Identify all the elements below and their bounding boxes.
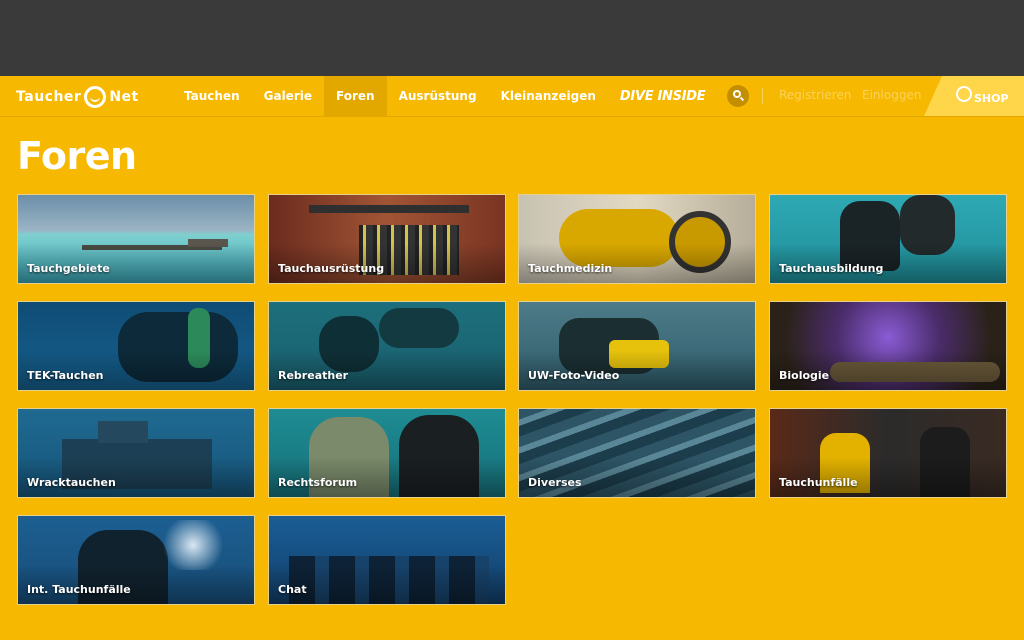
forum-tile-label: Wracktauchen: [27, 476, 116, 489]
wreck-graphic: [98, 421, 148, 443]
forum-tile-int-tauchunfaelle[interactable]: Int. Tauchunfälle: [17, 515, 255, 605]
bubbles-graphic: [158, 520, 228, 570]
forum-tile-label: Tauchunfälle: [779, 476, 858, 489]
forum-tile-label: Tauchmedizin: [528, 262, 613, 275]
login-link[interactable]: Einloggen: [862, 88, 921, 102]
forum-tile-tauchausbildung[interactable]: Tauchausbildung: [769, 194, 1007, 284]
forum-tile-biologie[interactable]: Biologie: [769, 301, 1007, 391]
forum-tile-label: UW-Foto-Video: [528, 369, 620, 382]
logo-text-left: Taucher: [16, 89, 82, 105]
forum-tile-label: Rechtsforum: [278, 476, 358, 489]
forum-tile-tauchmedizin[interactable]: Tauchmedizin: [518, 194, 756, 284]
forum-tile-tauchausruestung[interactable]: Tauchausrüstung: [268, 194, 506, 284]
forum-tile-label: Biologie: [779, 369, 830, 382]
main-navigation: Taucher Net Tauchen Galerie Foren Ausrüs…: [0, 76, 1024, 117]
shop-label: SHOP: [974, 92, 1009, 105]
nav-divider: [762, 88, 763, 104]
forum-tile-rechtsforum[interactable]: Rechtsforum: [268, 408, 506, 498]
forum-tile-label: Tauchgebiete: [27, 262, 110, 275]
forum-tile-diverses[interactable]: Diverses: [518, 408, 756, 498]
forum-tile-tek-tauchen[interactable]: TEK-Tauchen: [17, 301, 255, 391]
taucher-net-logo[interactable]: Taucher Net: [16, 84, 139, 110]
nav-item-ausruestung[interactable]: Ausrüstung: [387, 76, 489, 116]
page-title: Foren: [17, 134, 137, 178]
forum-tile-label: Diverses: [528, 476, 582, 489]
forum-tile-label: TEK-Tauchen: [27, 369, 104, 382]
nav-item-galerie[interactable]: Galerie: [252, 76, 324, 116]
search-button[interactable]: [727, 85, 749, 107]
diver-graphic: [379, 308, 459, 348]
forum-tile-label: Tauchausbildung: [779, 262, 884, 275]
forum-tile-label: Int. Tauchunfälle: [27, 583, 131, 596]
forum-tile-rebreather[interactable]: Rebreather: [268, 301, 506, 391]
shop-button[interactable]: SHOP: [924, 76, 1024, 116]
forum-tile-wracktauchen[interactable]: Wracktauchen: [17, 408, 255, 498]
diving-mask-icon: [84, 86, 107, 108]
nav-item-tauchen[interactable]: Tauchen: [172, 76, 252, 116]
forum-tile-label: Rebreather: [278, 369, 349, 382]
forum-tile-tauchunfaelle[interactable]: Tauchunfälle: [769, 408, 1007, 498]
forum-tile-chat[interactable]: Chat: [268, 515, 506, 605]
main-menu: Tauchen Galerie Foren Ausrüstung Kleinan…: [172, 76, 717, 116]
nav-item-kleinanzeigen[interactable]: Kleinanzeigen: [489, 76, 608, 116]
rack-graphic: [309, 205, 469, 213]
diving-mask-icon: [956, 86, 972, 102]
nav-item-foren[interactable]: Foren: [324, 76, 387, 116]
forum-tile-label: Chat: [278, 583, 307, 596]
search-icon-handle: [739, 96, 745, 102]
logo-text-right: Net: [109, 89, 139, 105]
forum-tile-tauchgebiete[interactable]: Tauchgebiete: [17, 194, 255, 284]
forum-tile-label: Tauchausrüstung: [278, 262, 385, 275]
register-link[interactable]: Registrieren: [779, 88, 851, 102]
browser-top-bar: [0, 0, 1024, 76]
nav-item-dive-inside[interactable]: DIVE INSIDE: [608, 76, 717, 116]
forum-tile-uw-foto-video[interactable]: UW-Foto-Video: [518, 301, 756, 391]
